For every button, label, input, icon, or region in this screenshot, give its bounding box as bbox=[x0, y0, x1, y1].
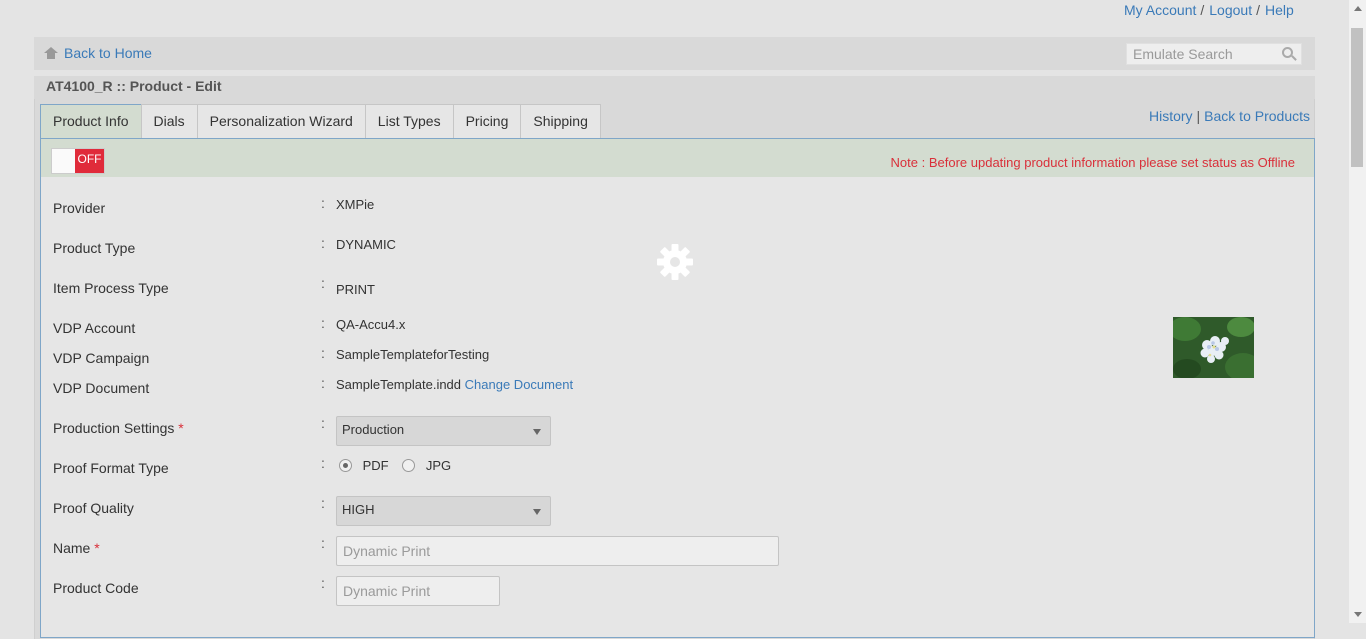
tab-list-types[interactable]: List Types bbox=[364, 104, 454, 139]
gear-icon bbox=[657, 244, 693, 280]
provider-value: XMPie bbox=[336, 197, 375, 212]
vdp-campaign-row: VDP Campaign : SampleTemplateforTesting bbox=[53, 345, 1253, 374]
proof-format-radios: PDF JPG bbox=[339, 458, 451, 473]
search-icon[interactable] bbox=[1282, 47, 1293, 58]
colon: : bbox=[321, 415, 325, 431]
back-to-products-link[interactable]: Back to Products bbox=[1204, 108, 1310, 124]
separator: | bbox=[1196, 108, 1201, 124]
page-scrollbar[interactable] bbox=[1349, 0, 1366, 623]
scroll-down-icon[interactable] bbox=[1354, 612, 1362, 617]
back-to-home-link[interactable]: Back to Home bbox=[64, 45, 152, 61]
tab-dials[interactable]: Dials bbox=[140, 104, 198, 139]
emulate-search bbox=[1126, 43, 1302, 65]
production-settings-text: Production Settings bbox=[53, 420, 175, 436]
proof-format-type-label: Proof Format Type bbox=[53, 460, 169, 476]
status-toggle[interactable]: OFF bbox=[51, 148, 105, 174]
home-icon bbox=[44, 47, 58, 59]
chevron-down-icon bbox=[533, 429, 541, 435]
vdp-account-label: VDP Account bbox=[53, 320, 136, 336]
colon: : bbox=[321, 455, 325, 471]
production-settings-selected: Production bbox=[342, 422, 405, 437]
tab-product-info[interactable]: Product Info bbox=[40, 104, 142, 139]
emulate-search-input[interactable] bbox=[1127, 44, 1277, 64]
jpg-label: JPG bbox=[425, 458, 452, 473]
colon: : bbox=[321, 345, 325, 361]
provider-label: Provider bbox=[53, 200, 106, 216]
chevron-down-icon bbox=[533, 509, 541, 515]
product-image-thumbnail bbox=[1173, 317, 1254, 378]
colon: : bbox=[321, 495, 325, 511]
product-code-input[interactable] bbox=[336, 576, 500, 606]
colon: : bbox=[321, 315, 325, 331]
vdp-document-row: VDP Document : SampleTemplate.indd Chang… bbox=[53, 375, 1253, 404]
vdp-document-label: VDP Document bbox=[53, 380, 150, 396]
required-mark: * bbox=[94, 540, 100, 556]
vdp-document-value: SampleTemplate.indd Change Document bbox=[336, 377, 573, 392]
item-process-type-label: Item Process Type bbox=[53, 280, 169, 296]
product-type-label: Product Type bbox=[53, 240, 136, 256]
colon: : bbox=[321, 375, 325, 391]
page-title: AT4100_R :: Product - Edit bbox=[46, 78, 222, 94]
panel-links: History | Back to Products bbox=[1149, 108, 1310, 124]
status-bar: OFF Note : Before updating product infor… bbox=[41, 139, 1314, 177]
proof-quality-selected: HIGH bbox=[342, 502, 375, 517]
vdp-document-filename: SampleTemplate.indd bbox=[336, 377, 462, 392]
help-link[interactable]: Help bbox=[1265, 2, 1294, 18]
required-mark: * bbox=[178, 420, 184, 436]
production-settings-select[interactable]: Production bbox=[336, 416, 551, 446]
vdp-campaign-label: VDP Campaign bbox=[53, 350, 150, 366]
product-type-value: DYNAMIC bbox=[336, 237, 396, 252]
pdf-radio[interactable] bbox=[339, 459, 352, 472]
name-text: Name bbox=[53, 540, 91, 556]
toggle-knob bbox=[52, 149, 75, 173]
colon: : bbox=[321, 535, 325, 551]
my-account-link[interactable]: My Account bbox=[1124, 2, 1196, 18]
home-bar: Back to Home bbox=[34, 37, 1315, 70]
back-to-home[interactable]: Back to Home bbox=[44, 45, 152, 61]
item-process-type-row: Item Process Type : PRINT bbox=[53, 275, 1253, 304]
tab-shipping[interactable]: Shipping bbox=[520, 104, 601, 139]
colon: : bbox=[321, 275, 325, 291]
colon: : bbox=[321, 575, 325, 591]
tab-personalization-wizard[interactable]: Personalization Wizard bbox=[196, 104, 366, 139]
logout-link[interactable]: Logout bbox=[1209, 2, 1252, 18]
jpg-radio[interactable] bbox=[402, 459, 416, 472]
title-bar: AT4100_R :: Product - Edit bbox=[34, 76, 1315, 99]
separator: / bbox=[1200, 2, 1205, 18]
scrollbar-thumb[interactable] bbox=[1351, 28, 1363, 167]
proof-quality-select[interactable]: HIGH bbox=[336, 496, 551, 526]
tab-pricing[interactable]: Pricing bbox=[452, 104, 522, 139]
proof-quality-row: Proof Quality : HIGH bbox=[53, 495, 1253, 526]
provider-row: Provider : XMPie bbox=[53, 195, 1253, 224]
vdp-account-value: QA-Accu4.x bbox=[336, 317, 406, 332]
name-row: Name * : bbox=[53, 535, 1253, 566]
item-process-type-value: PRINT bbox=[336, 282, 375, 297]
proof-format-type-row: Proof Format Type : PDF JPG bbox=[53, 455, 1253, 484]
name-input[interactable] bbox=[336, 536, 779, 566]
production-settings-row: Production Settings * : Production bbox=[53, 415, 1253, 446]
product-type-row: Product Type : DYNAMIC bbox=[53, 235, 1253, 264]
scroll-up-icon[interactable] bbox=[1354, 6, 1362, 11]
separator: / bbox=[1256, 2, 1260, 18]
name-label: Name * bbox=[53, 540, 100, 556]
colon: : bbox=[321, 195, 325, 211]
status-note: Note : Before updating product informati… bbox=[890, 155, 1295, 170]
tab-bar: Product Info Dials Personalization Wizar… bbox=[40, 104, 601, 139]
history-link[interactable]: History bbox=[1149, 108, 1193, 124]
vdp-account-row: VDP Account : QA-Accu4.x bbox=[53, 315, 1253, 344]
production-settings-label: Production Settings * bbox=[53, 420, 184, 436]
product-code-label: Product Code bbox=[53, 580, 139, 596]
change-document-link[interactable]: Change Document bbox=[465, 377, 573, 392]
toggle-state: OFF bbox=[75, 149, 104, 173]
colon: : bbox=[321, 235, 325, 251]
product-edit-panel: Product Info Dials Personalization Wizar… bbox=[34, 99, 1315, 639]
pdf-label: PDF bbox=[362, 458, 389, 473]
top-links: My Account / Logout / Help bbox=[1124, 2, 1294, 18]
product-info-content: OFF Note : Before updating product infor… bbox=[40, 138, 1315, 638]
vdp-campaign-value: SampleTemplateforTesting bbox=[336, 347, 490, 362]
product-code-row: Product Code : bbox=[53, 575, 1253, 606]
proof-quality-label: Proof Quality bbox=[53, 500, 134, 516]
